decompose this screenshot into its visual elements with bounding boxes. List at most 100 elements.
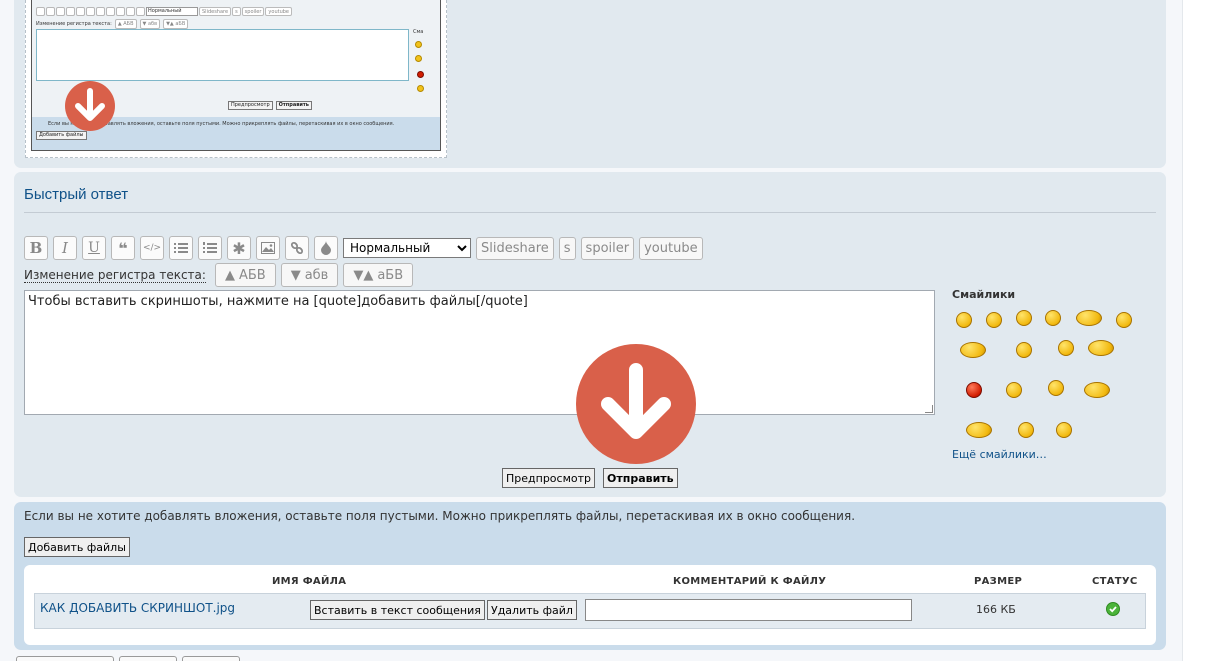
screenshot-frame[interactable]: Нормальный Slideshare s spoiler youtube … (25, 0, 447, 158)
file-comment-input[interactable] (585, 599, 912, 621)
slideshare-button[interactable]: Slideshare (476, 236, 554, 260)
attached-file-name[interactable]: КАК ДОБАВИТЬ СКРИНШОТ.jpg (40, 601, 235, 615)
smiley-icon[interactable] (1058, 340, 1074, 356)
mini-smilies: Сма (413, 29, 433, 99)
quick-reply-title: Быстрый ответ (24, 186, 129, 203)
smiley-icon[interactable] (1045, 310, 1061, 326)
right-scroll-strip (1182, 0, 1213, 661)
quote-icon[interactable]: ❝ (111, 236, 135, 260)
submit-button[interactable]: Отправить (603, 468, 678, 488)
smiley-icon[interactable] (1076, 310, 1102, 326)
arrow-down-icon: ▼ (290, 267, 301, 283)
invert-case-button[interactable]: ▼▲ аБВ (343, 263, 414, 287)
smiley-icon[interactable] (1016, 342, 1032, 358)
arrow-up-icon: ▲ (224, 267, 235, 283)
cut-off-text (977, 656, 1165, 661)
mini-smiley-icon (415, 41, 422, 48)
smiley-icon[interactable] (986, 312, 1002, 328)
forum-page: Нормальный Slideshare s spoiler youtube … (0, 0, 1213, 661)
color-drop-icon[interactable] (314, 236, 338, 260)
smilies-panel: Смайлики Ещё смайлики… (952, 288, 1152, 461)
arrow-updown-icon: ▼▲ (353, 267, 374, 283)
mini-case-label: Изменение регистра текста: (36, 20, 112, 27)
numbered-list-icon[interactable] (198, 236, 222, 260)
smiley-icon[interactable] (1048, 380, 1064, 396)
mini-smiley-icon (417, 85, 424, 92)
asterisk-icon[interactable]: ✱ (227, 236, 251, 260)
mini-bold-icon (36, 7, 45, 16)
lowercase-button[interactable]: ▼ абв (280, 263, 339, 287)
font-size-select[interactable]: Нормальный (343, 238, 471, 258)
smiley-icon[interactable] (960, 342, 986, 358)
smiley-icon[interactable] (966, 382, 982, 398)
mini-size-select: Нормальный (146, 7, 198, 16)
link-icon[interactable] (285, 236, 309, 260)
mini-case-button: ▲ АБВ (114, 18, 137, 29)
smiley-icon[interactable] (1116, 312, 1132, 328)
add-files-button[interactable]: Добавить файлы (24, 537, 130, 557)
smiley-icon[interactable] (1018, 422, 1034, 438)
mini-case-button: ▼▲ аБВ (163, 18, 189, 29)
smilies-title: Смайлики (952, 288, 1016, 301)
cut-off-button[interactable] (182, 656, 240, 661)
mini-underline-icon (56, 7, 65, 16)
attachments-panel: Если вы не хотите добавлять вложения, ос… (14, 502, 1166, 650)
divider (24, 212, 1156, 213)
smiley-icon[interactable] (1056, 422, 1072, 438)
mini-case-button: ▼ абв (139, 18, 161, 29)
mini-link-icon (126, 7, 135, 16)
smiley-icon[interactable] (1084, 382, 1110, 398)
image-icon (261, 242, 275, 254)
italic-icon[interactable]: I (53, 236, 77, 260)
cut-off-button[interactable] (119, 656, 177, 661)
mini-smilies-label: Сма (413, 29, 424, 35)
column-header-comment: КОММЕНТАРИЙ К ФАЙЛУ (673, 576, 827, 587)
code-icon[interactable]: </> (140, 236, 164, 260)
smiley-icon[interactable] (1088, 340, 1114, 356)
spoiler-button[interactable]: spoiler (580, 236, 635, 260)
mini-preview-button: Предпросмотр (228, 101, 273, 110)
smiley-icon[interactable] (1016, 310, 1032, 326)
preview-button[interactable]: Предпросмотр (502, 468, 595, 488)
case-change-row: Изменение регистра текста: ▲ АБВ ▼ абв ▼… (24, 263, 414, 287)
smiley-icon[interactable] (956, 312, 972, 328)
check-icon (1106, 602, 1120, 616)
color-drop-icon (321, 241, 331, 255)
delete-file-button[interactable]: Удалить файл (487, 600, 577, 620)
more-smilies-link[interactable]: Ещё смайлики… (952, 448, 1047, 461)
mini-quote-icon (66, 7, 75, 16)
mini-list-icon (86, 7, 95, 16)
column-header-filename: ИМЯ ФАЙЛА (272, 576, 347, 587)
bold-icon[interactable]: B (24, 236, 48, 260)
case-button-label: аБВ (377, 267, 404, 283)
resize-handle[interactable] (925, 405, 933, 413)
smiley-icon[interactable] (1006, 382, 1022, 398)
insert-into-message-button[interactable]: Вставить в текст сообщения (310, 600, 485, 620)
mini-text-button: s (232, 7, 241, 16)
mini-color-drop-icon (136, 7, 145, 16)
s-button[interactable]: s (558, 236, 576, 260)
underline-icon[interactable]: U (82, 236, 106, 260)
file-size: 166 КБ (976, 603, 1016, 616)
mini-message-area (36, 29, 409, 81)
case-button-label: абв (304, 267, 329, 283)
mini-case-row: Изменение регистра текста: ▲ АБВ ▼ абв ▼… (36, 18, 189, 29)
mini-actions: Предпросмотр Отправить (228, 101, 312, 110)
cut-off-button[interactable] (16, 656, 114, 661)
list-icon[interactable] (169, 236, 193, 260)
smiley-icon[interactable] (966, 422, 992, 438)
list-icon (174, 243, 188, 253)
image-icon[interactable] (256, 236, 280, 260)
screenshot-preview-panel: Нормальный Slideshare s spoiler youtube … (14, 0, 1166, 168)
message-textarea[interactable]: Чтобы вставить скриншоты, нажмите на [qu… (24, 290, 935, 415)
mini-italic-icon (46, 7, 55, 16)
message-text: Чтобы вставить скриншоты, нажмите на [qu… (28, 294, 528, 309)
table-row: КАК ДОБАВИТЬ СКРИНШОТ.jpg Вставить в тек… (34, 593, 1146, 629)
mini-toolbar: Нормальный Slideshare s spoiler youtube (36, 7, 292, 16)
screenshot-image: Нормальный Slideshare s spoiler youtube … (31, 0, 441, 151)
mini-add-files-button: Добавить файлы (36, 131, 87, 140)
mini-text-button: spoiler (241, 7, 265, 16)
uppercase-button[interactable]: ▲ АБВ (214, 263, 276, 287)
youtube-button[interactable]: youtube (639, 236, 703, 260)
column-header-status: СТАТУС (1092, 576, 1138, 587)
